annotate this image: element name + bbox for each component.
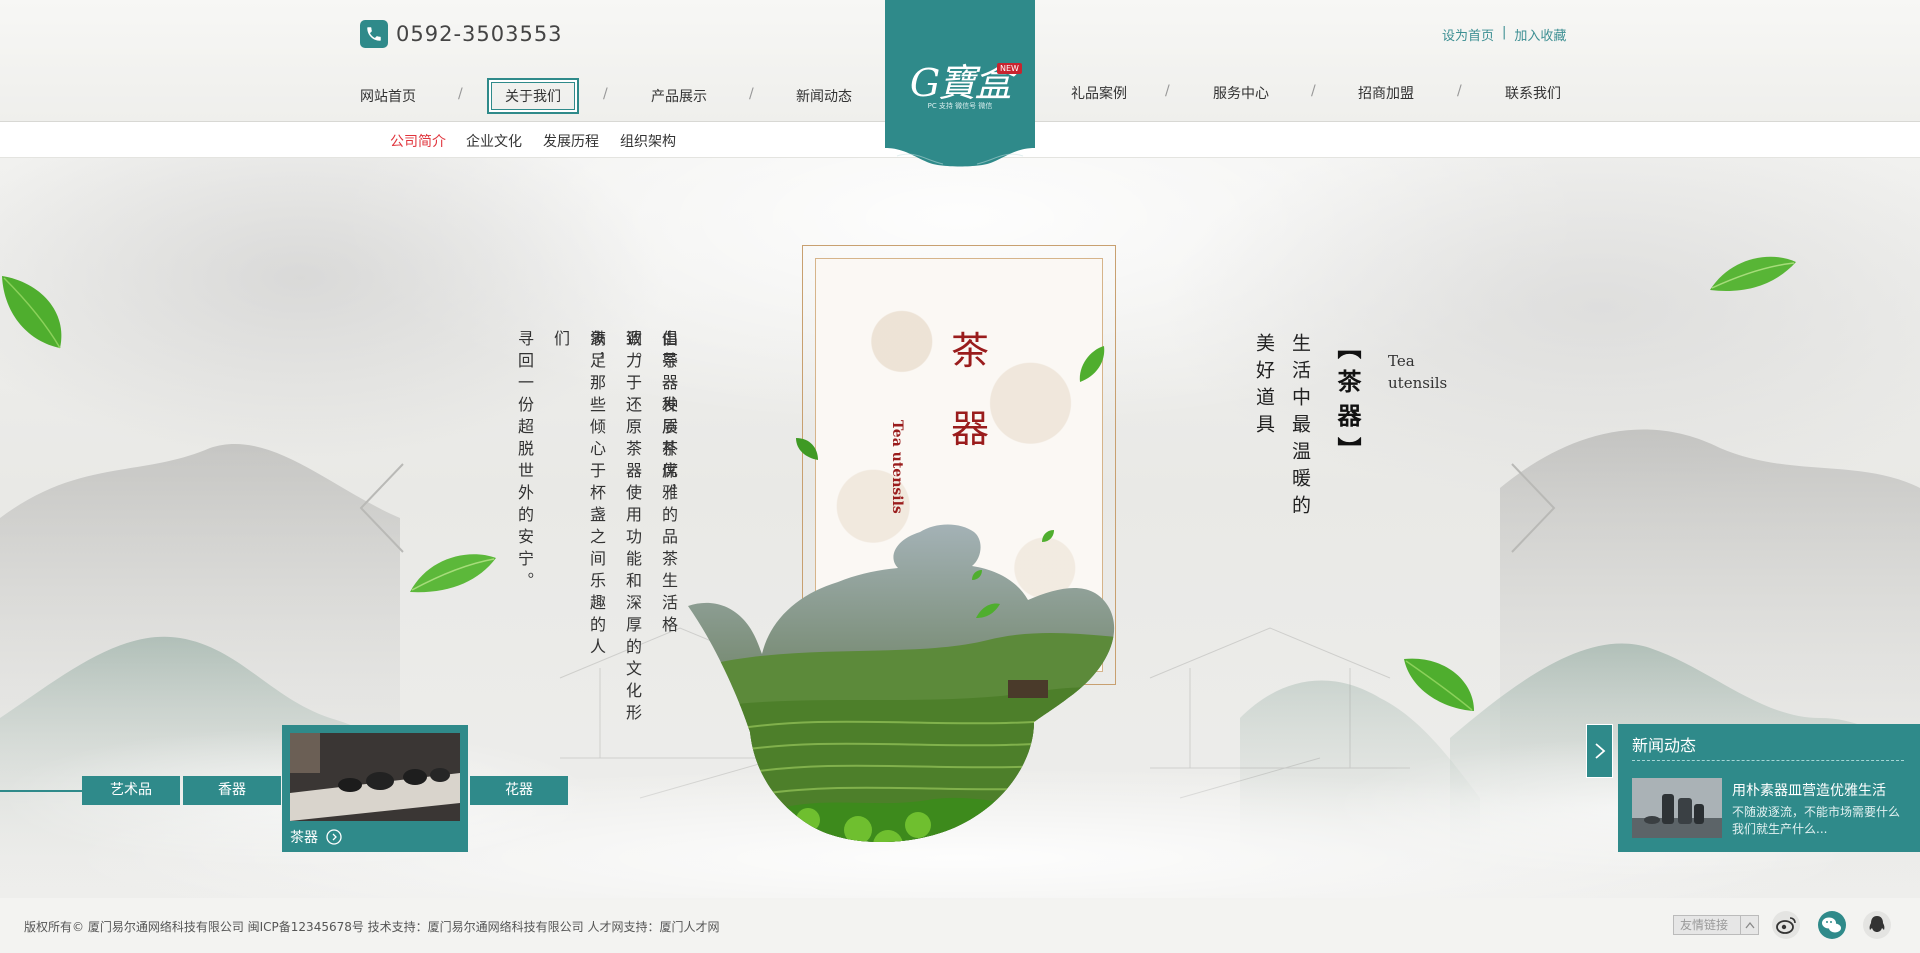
nav-separator: / bbox=[1311, 83, 1316, 99]
nav-item-service[interactable]: 服务中心 bbox=[1213, 83, 1269, 103]
circle-arrow-icon bbox=[326, 829, 342, 845]
top-links: 设为首页 | 加入收藏 bbox=[1442, 25, 1566, 44]
news-panel: 新闻动态 用朴素器皿营造优雅生活 不随波逐流，不能市场需要什么我们就生产什么..… bbox=[1618, 724, 1920, 852]
qq-icon[interactable] bbox=[1862, 910, 1892, 940]
subnav-item-profile[interactable]: 公司简介 bbox=[390, 131, 446, 151]
friend-links-label: 友情链接 bbox=[1680, 918, 1729, 932]
copyright-text: 版权所有© 厦门易尔通网络科技有限公司 闽ICP备12345678号 技术支持：… bbox=[24, 920, 720, 934]
news-summary: 不随波逐流，不能市场需要什么我们就生产什么... bbox=[1732, 805, 1901, 836]
chevron-right-icon bbox=[1594, 743, 1605, 759]
subnav-item-history[interactable]: 发展历程 bbox=[543, 131, 599, 151]
phone-number: 0592-3503553 bbox=[396, 22, 563, 46]
nav-item-home[interactable]: 网站首页 bbox=[360, 86, 416, 106]
nav-item-news[interactable]: 新闻动态 bbox=[796, 86, 852, 106]
tea-utensils-thumbnail bbox=[290, 733, 460, 821]
wechat-icon[interactable] bbox=[1817, 910, 1847, 940]
nav-item-about[interactable]: 关于我们 bbox=[487, 78, 579, 114]
set-home-link[interactable]: 设为首页 bbox=[1442, 25, 1494, 44]
slogan-column-2: 美好道具 bbox=[1253, 333, 1275, 441]
nav-item-contact[interactable]: 联系我们 bbox=[1505, 83, 1561, 103]
nav-separator: / bbox=[603, 86, 608, 102]
weibo-icon[interactable] bbox=[1771, 910, 1801, 940]
card-title-bottom: 器 bbox=[950, 407, 989, 451]
nav-separator: / bbox=[1457, 83, 1462, 99]
nav-separator: / bbox=[1165, 83, 1170, 99]
news-headline[interactable]: 用朴素器皿营造优雅生活 bbox=[1732, 780, 1886, 800]
poem-column-1: 由茶器发展茶席， bbox=[659, 330, 678, 506]
leaf-decoration-icon bbox=[1042, 530, 1054, 542]
category-tab-incense[interactable]: 香器 bbox=[183, 776, 281, 805]
subnav-item-structure[interactable]: 组织架构 bbox=[620, 131, 676, 151]
nav-item-gift-cases[interactable]: 礼品案例 bbox=[1071, 83, 1127, 103]
leaf-decoration-icon bbox=[1710, 256, 1796, 291]
leaf-decoration-icon bbox=[410, 554, 496, 593]
nav-separator: / bbox=[749, 86, 754, 102]
top-links-separator: | bbox=[1502, 25, 1507, 40]
nav-item-franchise[interactable]: 招商加盟 bbox=[1358, 83, 1414, 103]
slogan-column-1: 生活中最温暖的 bbox=[1289, 333, 1311, 522]
featured-category-label: 茶器 bbox=[290, 827, 342, 847]
chevron-up-icon bbox=[1740, 916, 1758, 934]
logo-subtitle: PC 支持 微信号 微信 bbox=[927, 102, 993, 110]
leaf-decoration-icon bbox=[972, 570, 982, 580]
news-panel-title: 新闻动态 bbox=[1632, 736, 1697, 755]
featured-category-name: 茶器 bbox=[290, 830, 318, 846]
news-thumbnail[interactable] bbox=[1632, 778, 1722, 838]
card-title-top: 茶 bbox=[950, 329, 989, 373]
category-tab-vases[interactable]: 花器 bbox=[470, 776, 568, 805]
add-favorite-link[interactable]: 加入收藏 bbox=[1514, 25, 1566, 44]
card-english-title: Tea utensils bbox=[889, 420, 905, 514]
category-tab-art[interactable]: 艺术品 bbox=[82, 776, 180, 805]
next-slide-arrow[interactable] bbox=[1510, 458, 1560, 558]
leaf-decoration-icon bbox=[976, 603, 1000, 618]
slogan-english-line-2: utensils bbox=[1388, 374, 1448, 392]
site-footer: 版权所有© 厦门易尔通网络科技有限公司 闽ICP备12345678号 技术支持：… bbox=[0, 898, 1920, 953]
category-tab-tea-utensils[interactable]: 茶器 bbox=[282, 725, 468, 852]
leaf-decoration-icon bbox=[796, 438, 818, 460]
friend-links-dropdown[interactable]: 友情链接 bbox=[1673, 915, 1759, 935]
slogan-english-line-1: Tea bbox=[1388, 352, 1415, 370]
slogan-bracket-title: 【茶器】 bbox=[1333, 335, 1362, 471]
leaf-decoration-icon bbox=[1404, 658, 1474, 711]
prev-slide-arrow[interactable] bbox=[355, 458, 405, 558]
subnav-item-culture[interactable]: 企业文化 bbox=[466, 131, 522, 151]
phone-icon bbox=[360, 20, 388, 48]
new-badge: NEW bbox=[997, 63, 1022, 74]
card-title: 茶 器 bbox=[945, 312, 995, 468]
poem-column-5: 寻回一份超脱世外的安宁。 bbox=[515, 330, 534, 594]
phone-contact: 0592-3503553 bbox=[360, 20, 563, 48]
nav-separator: / bbox=[458, 86, 463, 102]
slogan-english: Tea utensils bbox=[1388, 350, 1447, 394]
leaf-decoration-icon bbox=[2, 276, 62, 349]
site-logo[interactable]: G寶盒 PC 支持 微信号 微信 bbox=[885, 0, 1035, 170]
leaf-decoration-icon bbox=[1079, 346, 1105, 382]
teapot-landscape-image bbox=[688, 524, 1115, 843]
logo-text: G寶盒 bbox=[909, 61, 1012, 105]
category-line bbox=[0, 790, 82, 792]
news-panel-toggle[interactable] bbox=[1586, 724, 1613, 778]
news-divider bbox=[1632, 760, 1904, 761]
nav-item-products[interactable]: 产品展示 bbox=[651, 86, 707, 106]
